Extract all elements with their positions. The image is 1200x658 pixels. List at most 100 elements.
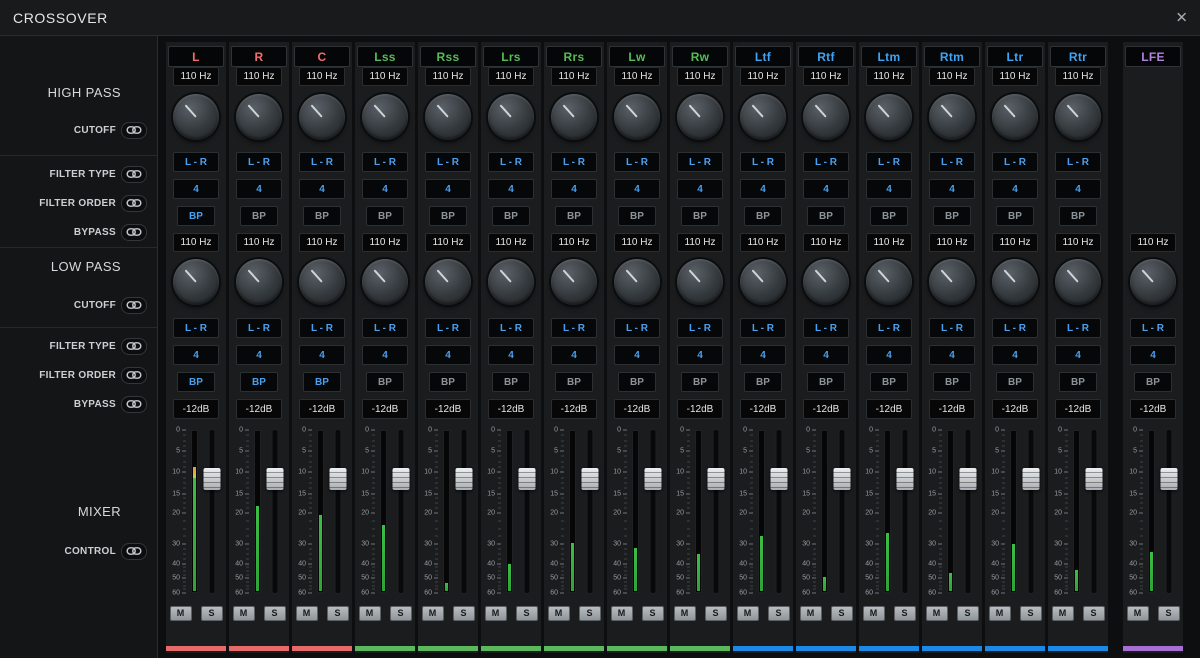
hp-filter-type-button[interactable]: L - R [992, 152, 1038, 172]
hp-cutoff-knob[interactable] [551, 94, 597, 140]
mute-button[interactable]: M [169, 606, 192, 621]
lp-cutoff-value[interactable]: 110 Hz [551, 233, 597, 252]
fader-handle[interactable] [1085, 467, 1103, 490]
hp-cutoff-knob[interactable] [614, 94, 660, 140]
lp-bypass-button[interactable]: BP [177, 372, 215, 392]
hp-filter-order-button[interactable]: 4 [614, 179, 660, 199]
hp-cutoff-value[interactable]: 110 Hz [173, 67, 219, 86]
fader[interactable] [959, 430, 977, 593]
mixer-level-value[interactable]: -12dB [299, 399, 345, 419]
lp-bypass-button[interactable]: BP [492, 372, 530, 392]
fader[interactable] [1085, 430, 1103, 593]
lp-bypass-button[interactable]: BP [1134, 372, 1172, 392]
lp-filter-order-button[interactable]: 4 [866, 345, 912, 365]
solo-button[interactable]: S [767, 606, 790, 621]
mixer-level-value[interactable]: -12dB [488, 399, 534, 419]
hp-cutoff-value[interactable]: 110 Hz [488, 67, 534, 86]
hp-cutoff-knob[interactable] [803, 94, 849, 140]
solo-button[interactable]: S [389, 606, 412, 621]
lp-bypass-button[interactable]: BP [618, 372, 656, 392]
mixer-level-value[interactable]: -12dB [1055, 399, 1101, 419]
solo-button[interactable]: S [578, 606, 601, 621]
lp-bypass-button[interactable]: BP [555, 372, 593, 392]
hp-filter-type-button[interactable]: L - R [551, 152, 597, 172]
hp-filter-order-link-button[interactable] [121, 194, 147, 212]
solo-button[interactable]: S [326, 606, 349, 621]
lp-cutoff-value[interactable]: 110 Hz [740, 233, 786, 252]
hp-cutoff-knob[interactable] [929, 94, 975, 140]
hp-filter-order-button[interactable]: 4 [740, 179, 786, 199]
hp-cutoff-value[interactable]: 110 Hz [236, 67, 282, 86]
lp-bypass-button[interactable]: BP [744, 372, 782, 392]
fader-handle[interactable] [644, 467, 662, 490]
hp-bypass-button[interactable]: BP [1059, 206, 1097, 226]
hp-bypass-button[interactable]: BP [303, 206, 341, 226]
hp-cutoff-value[interactable]: 110 Hz [425, 67, 471, 86]
lp-filter-order-button[interactable]: 4 [362, 345, 408, 365]
lp-filter-order-button[interactable]: 4 [992, 345, 1038, 365]
lp-filter-type-button[interactable]: L - R [488, 318, 534, 338]
lp-cutoff-link-button[interactable] [121, 296, 147, 314]
channel-name-button[interactable]: Lw [609, 46, 665, 67]
lp-cutoff-knob[interactable] [1055, 259, 1101, 305]
lp-cutoff-knob[interactable] [866, 259, 912, 305]
lp-filter-order-button[interactable]: 4 [425, 345, 471, 365]
hp-filter-type-button[interactable]: L - R [1055, 152, 1101, 172]
hp-filter-order-button[interactable]: 4 [362, 179, 408, 199]
solo-button[interactable]: S [263, 606, 286, 621]
lp-filter-order-button[interactable]: 4 [929, 345, 975, 365]
hp-cutoff-knob[interactable] [425, 94, 471, 140]
mixer-control-link-button[interactable] [121, 542, 147, 560]
lp-bypass-button[interactable]: BP [1059, 372, 1097, 392]
fader-handle[interactable] [329, 467, 347, 490]
lp-cutoff-value[interactable]: 110 Hz [803, 233, 849, 252]
lp-cutoff-knob[interactable] [614, 259, 660, 305]
solo-button[interactable]: S [200, 606, 223, 621]
hp-cutoff-knob[interactable] [299, 94, 345, 140]
channel-name-button[interactable]: C [294, 46, 350, 67]
lp-cutoff-value[interactable]: 110 Hz [488, 233, 534, 252]
lp-filter-order-button[interactable]: 4 [1055, 345, 1101, 365]
solo-button[interactable]: S [1082, 606, 1105, 621]
hp-bypass-button[interactable]: BP [744, 206, 782, 226]
lp-cutoff-value[interactable]: 110 Hz [425, 233, 471, 252]
lp-bypass-button[interactable]: BP [996, 372, 1034, 392]
mute-button[interactable]: M [421, 606, 444, 621]
fader[interactable] [1160, 430, 1178, 593]
fader[interactable] [707, 430, 725, 593]
fader[interactable] [644, 430, 662, 593]
hp-bypass-button[interactable]: BP [429, 206, 467, 226]
mute-button[interactable]: M [1051, 606, 1074, 621]
hp-cutoff-knob[interactable] [740, 94, 786, 140]
lp-filter-type-button[interactable]: L - R [236, 318, 282, 338]
hp-filter-order-button[interactable]: 4 [866, 179, 912, 199]
mute-button[interactable]: M [673, 606, 696, 621]
hp-cutoff-value[interactable]: 110 Hz [992, 67, 1038, 86]
hp-bypass-button[interactable]: BP [492, 206, 530, 226]
hp-filter-type-button[interactable]: L - R [614, 152, 660, 172]
lp-filter-order-button[interactable]: 4 [488, 345, 534, 365]
hp-cutoff-knob[interactable] [236, 94, 282, 140]
channel-name-button[interactable]: Rw [672, 46, 728, 67]
lp-cutoff-value[interactable]: 110 Hz [929, 233, 975, 252]
lp-bypass-button[interactable]: BP [870, 372, 908, 392]
fader[interactable] [203, 430, 221, 593]
lp-filter-type-button[interactable]: L - R [677, 318, 723, 338]
lp-bypass-button[interactable]: BP [366, 372, 404, 392]
hp-filter-order-button[interactable]: 4 [488, 179, 534, 199]
lp-filter-order-button[interactable]: 4 [1130, 345, 1176, 365]
hp-bypass-button[interactable]: BP [996, 206, 1034, 226]
hp-filter-order-button[interactable]: 4 [1055, 179, 1101, 199]
fader-handle[interactable] [1160, 467, 1178, 490]
lp-bypass-link-button[interactable] [121, 395, 147, 413]
mixer-level-value[interactable]: -12dB [740, 399, 786, 419]
hp-cutoff-link-button[interactable] [121, 121, 147, 139]
fader[interactable] [581, 430, 599, 593]
mixer-level-value[interactable]: -12dB [992, 399, 1038, 419]
fader-handle[interactable] [266, 467, 284, 490]
lp-filter-type-button[interactable]: L - R [299, 318, 345, 338]
lp-filter-order-button[interactable]: 4 [614, 345, 660, 365]
mixer-level-value[interactable]: -12dB [677, 399, 723, 419]
lp-filter-order-button[interactable]: 4 [236, 345, 282, 365]
hp-filter-type-button[interactable]: L - R [929, 152, 975, 172]
